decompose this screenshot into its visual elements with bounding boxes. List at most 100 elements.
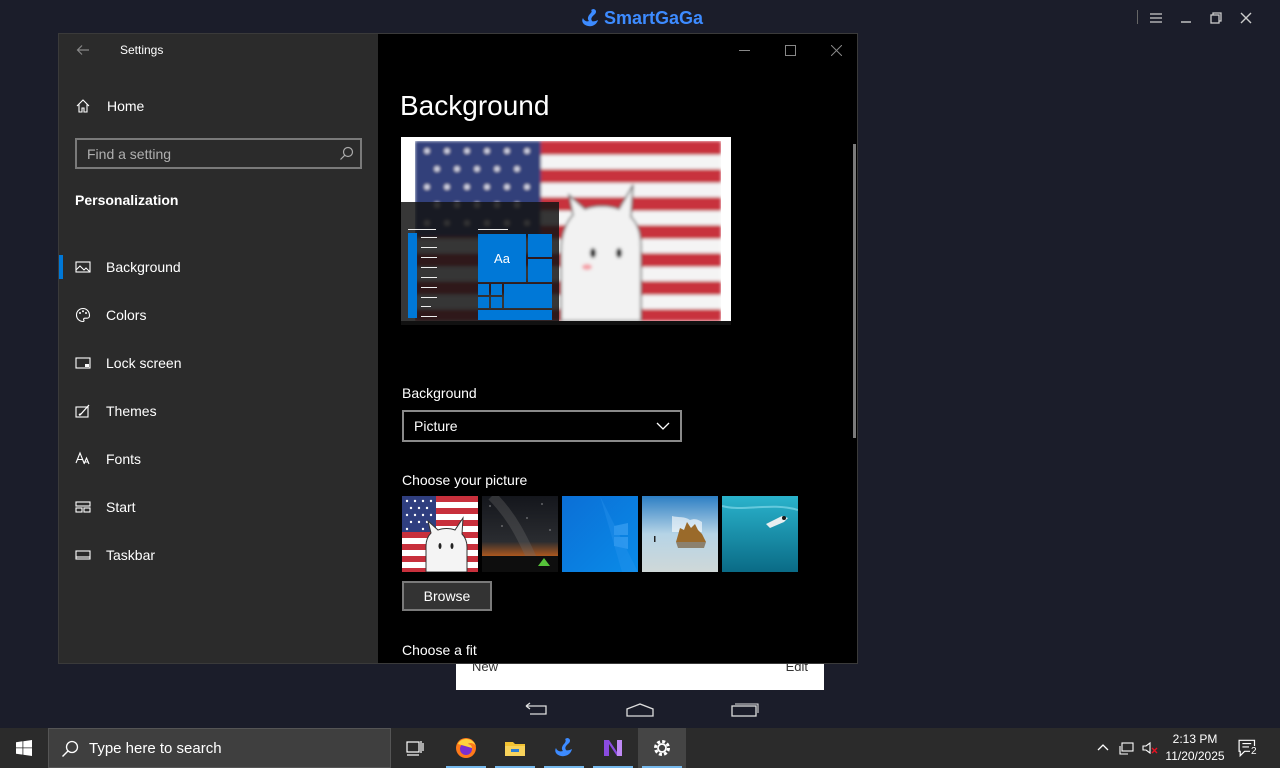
sidebar-item-fonts[interactable]: Fonts (59, 435, 378, 483)
background-preview: Aa (401, 137, 731, 325)
android-recents-icon (731, 703, 759, 717)
background-type-dropdown[interactable]: Picture (402, 410, 682, 442)
smartgaga-icon (555, 738, 572, 757)
preview-line (421, 237, 437, 238)
content-scrollbar[interactable] (853, 144, 856, 438)
preview-line (421, 297, 437, 298)
search-icon[interactable] (339, 146, 354, 161)
show-hidden-icons-button[interactable] (1094, 728, 1112, 768)
sidebar-item-start[interactable]: Start (59, 483, 378, 531)
clock-date: 11/20/2025 (1165, 749, 1225, 763)
android-back-button[interactable] (522, 700, 552, 720)
find-setting-search[interactable] (75, 138, 362, 169)
preview-tile (478, 284, 489, 295)
themes-brush-icon (75, 403, 91, 419)
sidebar-item-taskbar[interactable]: Taskbar (59, 531, 378, 579)
font-icon (75, 451, 91, 467)
volume-tray-button[interactable] (1140, 728, 1160, 768)
start-button[interactable] (0, 728, 48, 768)
visual-studio-taskbar-button[interactable] (589, 728, 637, 768)
sidebar-item-label: Background (106, 259, 181, 275)
notification-count: 2 (1250, 746, 1258, 757)
window-minimize-button[interactable] (721, 34, 767, 66)
task-view-icon (406, 741, 424, 756)
settings-title-bar: Settings (59, 34, 378, 66)
start-tiles-icon (75, 499, 91, 515)
emulator-restore-button[interactable] (1206, 8, 1226, 28)
smartgaga-taskbar-button[interactable] (540, 728, 588, 768)
action-center-button[interactable]: 2 (1236, 728, 1262, 768)
browse-button[interactable]: Browse (402, 581, 492, 611)
emulator-close-button[interactable] (1236, 8, 1256, 28)
chevron-down-icon (656, 422, 670, 430)
windows-logo-picture[interactable] (562, 496, 638, 572)
sidebar-item-label: Colors (106, 307, 147, 323)
smartgaga-logo: SmartGaGa (580, 6, 703, 30)
window-maximize-button[interactable] (767, 34, 813, 66)
background-type-value: Picture (414, 418, 458, 434)
settings-content: Background Aa Background Picture Choose … (378, 34, 857, 663)
window-controls (721, 34, 857, 66)
window-close-button[interactable] (813, 34, 857, 66)
emulator-menu-button[interactable] (1146, 8, 1166, 28)
sidebar-item-lock-screen[interactable]: Lock screen (59, 339, 378, 387)
emulator-minimize-button[interactable] (1176, 8, 1196, 28)
preview-line (478, 229, 508, 230)
minimize-icon (738, 49, 750, 51)
menu-icon (1150, 13, 1162, 23)
firefox-taskbar-button[interactable] (442, 728, 490, 768)
taskbar-icon (75, 547, 91, 563)
sidebar-item-background[interactable]: Background (59, 243, 378, 291)
sidebar-item-themes[interactable]: Themes (59, 387, 378, 435)
android-recents-button[interactable] (729, 700, 759, 720)
emulator-brand: SmartGaGa (604, 7, 704, 28)
flag-cat-picture[interactable] (402, 496, 478, 572)
firefox-icon (456, 738, 476, 758)
smartgaga-swan-icon (582, 9, 598, 27)
settings-window: Settings Home Personalization Background… (58, 33, 858, 664)
preview-line (421, 277, 437, 278)
beach-rocks-picture[interactable] (642, 496, 718, 572)
taskbar-clock[interactable]: 2:13 PM 11/20/2025 (1160, 731, 1230, 765)
find-setting-input[interactable] (77, 140, 332, 167)
chevron-up-icon (1097, 744, 1109, 751)
preview-line (421, 247, 437, 248)
preview-line (408, 229, 436, 230)
visual-studio-icon (604, 740, 622, 756)
preview-tile (528, 234, 552, 257)
settings-sidebar: Settings Home Personalization Background… (59, 34, 378, 663)
underwater-swimmer-picture[interactable] (722, 496, 798, 572)
personalization-nav: Background Colors Lock screen Themes Fon… (59, 243, 378, 579)
close-icon (1240, 12, 1252, 24)
settings-gear-icon (654, 740, 670, 756)
sidebar-item-colors[interactable]: Colors (59, 291, 378, 339)
preview-tiles: Aa (478, 234, 552, 320)
sidebar-item-label: Start (106, 499, 136, 515)
picture-thumbnails (402, 496, 798, 572)
preview-line (421, 257, 437, 258)
settings-taskbar-button[interactable] (638, 728, 686, 768)
back-button[interactable] (71, 40, 95, 60)
clock-time: 2:13 PM (1172, 732, 1218, 746)
sidebar-item-label: Taskbar (106, 547, 156, 563)
home-link[interactable]: Home (75, 94, 144, 118)
home-label: Home (107, 98, 145, 114)
taskbar-search-box[interactable]: Type here to search (48, 728, 391, 768)
preview-line (421, 267, 437, 268)
picture-icon (75, 259, 91, 275)
android-home-button[interactable] (625, 700, 655, 720)
network-icon (1119, 742, 1134, 755)
task-view-button[interactable] (391, 728, 439, 768)
night-sky-picture[interactable] (482, 496, 558, 572)
windows-logo-icon (16, 740, 32, 756)
preview-tile (491, 297, 502, 308)
network-tray-button[interactable] (1117, 728, 1137, 768)
palette-icon (75, 307, 91, 323)
file-explorer-taskbar-button[interactable] (491, 728, 539, 768)
preview-tile (528, 259, 552, 282)
sidebar-item-label: Lock screen (106, 355, 182, 371)
home-icon (75, 98, 91, 114)
preview-line (421, 306, 431, 307)
sidebar-item-label: Fonts (106, 451, 142, 467)
preview-tile (478, 297, 489, 308)
